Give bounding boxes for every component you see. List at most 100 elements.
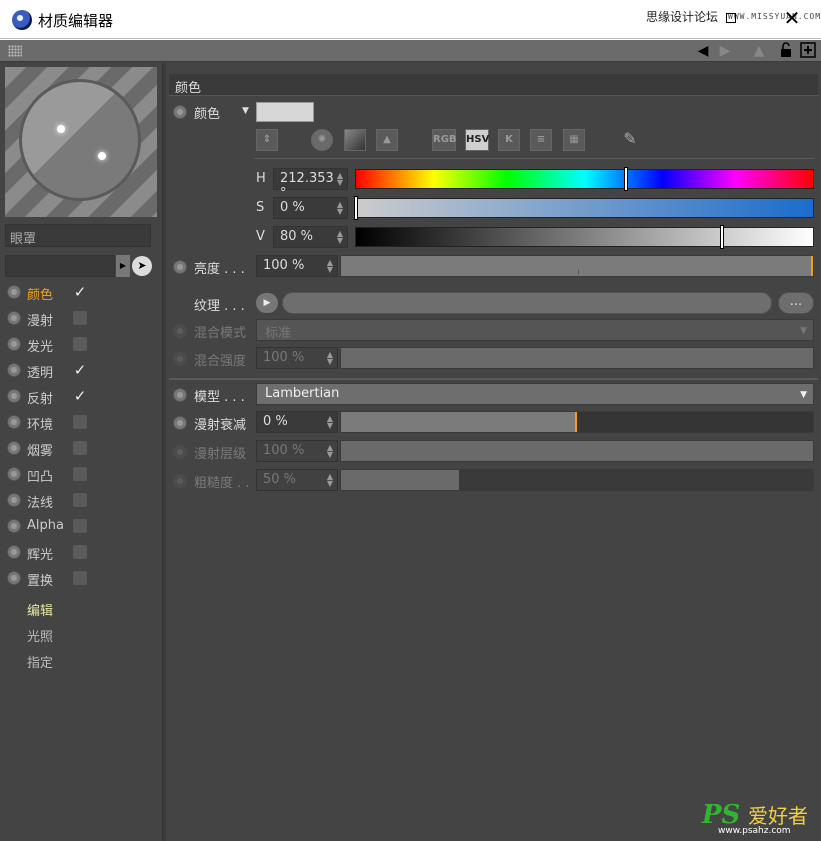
v-input[interactable]: 80 % ▲ ▼: [273, 226, 348, 248]
channel-item[interactable]: 辉光: [5, 540, 155, 564]
lock-icon[interactable]: [777, 42, 795, 60]
channel-radio[interactable]: [7, 519, 21, 533]
channel-item[interactable]: 环境: [5, 410, 155, 434]
channel-checkbox[interactable]: [73, 519, 87, 533]
right-panel: 颜色 颜色 ▼ ⇕ ✺ ▲ RGB HSV K ≡ ▦ ✎ H 212.353 …: [166, 62, 821, 841]
blend-mode-label: 混合模式: [194, 326, 247, 341]
diffuse-falloff-anim-radio[interactable]: [173, 416, 187, 430]
channel-item[interactable]: 透明 ✓: [5, 358, 155, 382]
channel-radio[interactable]: [7, 467, 21, 481]
diffuse-level-slider[interactable]: [340, 440, 814, 462]
material-preview[interactable]: [5, 67, 157, 217]
image-icon[interactable]: ▲: [376, 129, 398, 151]
sub-item[interactable]: 指定: [27, 652, 53, 671]
rgb-mode-button[interactable]: RGB: [432, 129, 457, 151]
model-anim-radio[interactable]: [173, 388, 187, 402]
color-swatch[interactable]: [256, 102, 314, 122]
roughness-input[interactable]: 50 % ▲ ▼: [256, 469, 338, 491]
color-dropdown-icon[interactable]: ▼: [242, 106, 249, 116]
channel-checkbox[interactable]: [73, 467, 87, 481]
hue-handle[interactable]: [623, 167, 628, 191]
roughness-anim-radio[interactable]: [173, 474, 187, 488]
channel-item[interactable]: 漫射: [5, 306, 155, 330]
channel-checkbox[interactable]: ✓: [73, 389, 87, 404]
texture-browse-button[interactable]: ...: [778, 292, 814, 314]
channel-checkbox[interactable]: [73, 415, 87, 429]
swatches-icon[interactable]: ▦: [563, 129, 585, 151]
channel-item[interactable]: 颜色 ✓: [5, 280, 155, 304]
channel-checkbox[interactable]: [73, 545, 87, 559]
channel-radio[interactable]: [7, 285, 21, 299]
channel-radio[interactable]: [7, 363, 21, 377]
blend-strength-slider[interactable]: [340, 347, 814, 369]
brightness-anim-radio[interactable]: [173, 260, 187, 274]
diffuse-level-anim-radio[interactable]: [173, 445, 187, 459]
minimize-button[interactable]: [726, 13, 736, 23]
new-window-icon[interactable]: [799, 42, 817, 60]
channel-radio[interactable]: [7, 389, 21, 403]
channel-item[interactable]: 法线: [5, 488, 155, 512]
blend-mode-anim-radio[interactable]: [173, 324, 187, 338]
channel-checkbox[interactable]: [73, 311, 87, 325]
arrow-left-icon[interactable]: ◀: [694, 42, 712, 60]
channel-checkbox[interactable]: [73, 441, 87, 455]
channel-radio[interactable]: [7, 545, 21, 559]
s-input[interactable]: 0 % ▲ ▼: [273, 197, 348, 219]
color-wheel-icon[interactable]: ✺: [311, 129, 333, 151]
toolbar-grip-icon[interactable]: [8, 45, 22, 57]
cursor-picker-icon[interactable]: ➤: [132, 256, 152, 276]
close-button[interactable]: ✕: [780, 6, 804, 30]
channel-radio[interactable]: [7, 415, 21, 429]
texture-menu-button[interactable]: ▶: [256, 293, 278, 313]
mixer-icon[interactable]: ≡: [530, 129, 552, 151]
channel-radio[interactable]: [7, 337, 21, 351]
channel-search-input[interactable]: [5, 255, 115, 277]
swap-icon[interactable]: ⇕: [256, 129, 278, 151]
brightness-input[interactable]: 100 % ▲ ▼: [256, 255, 338, 277]
blend-strength-anim-radio[interactable]: [173, 352, 187, 366]
channel-checkbox[interactable]: ✓: [73, 285, 87, 300]
watermark-url: WWW.MISSYUAN.COM: [728, 12, 821, 21]
channel-item[interactable]: Alpha: [5, 514, 155, 538]
channel-checkbox[interactable]: [73, 337, 87, 351]
value-slider[interactable]: [355, 225, 814, 249]
hue-slider[interactable]: [355, 167, 814, 191]
blend-strength-input[interactable]: 100 % ▲ ▼: [256, 347, 338, 369]
channel-item[interactable]: 烟雾: [5, 436, 155, 460]
value-handle[interactable]: [719, 225, 724, 249]
brightness-slider[interactable]: [340, 255, 814, 277]
arrow-right-icon[interactable]: ▶: [716, 42, 734, 60]
texture-field[interactable]: [282, 292, 772, 314]
h-input[interactable]: 212.353 ° ▲ ▼: [273, 168, 348, 201]
saturation-slider[interactable]: [354, 196, 814, 220]
channel-radio[interactable]: [7, 571, 21, 585]
diffuse-level-input[interactable]: 100 % ▲ ▼: [256, 440, 338, 462]
model-dropdown[interactable]: Lambertian ▼: [256, 383, 814, 405]
channel-item[interactable]: 反射 ✓: [5, 384, 155, 408]
channel-item[interactable]: 凹凸: [5, 462, 155, 486]
sub-item[interactable]: 编辑: [27, 600, 53, 619]
channel-checkbox[interactable]: ✓: [73, 363, 87, 378]
channel-checkbox[interactable]: [73, 571, 87, 585]
channel-item[interactable]: 发光: [5, 332, 155, 356]
saturation-handle[interactable]: [354, 196, 358, 220]
channel-checkbox[interactable]: [73, 493, 87, 507]
arrow-up-icon[interactable]: ▲: [750, 42, 768, 60]
spectrum-icon[interactable]: [344, 129, 366, 151]
left-panel: 眼罩 ▶ ➤ 颜色 ✓ 漫射 发光 透明 ✓ 反射 ✓ 环境 烟雾 凹凸 法线 Alpha 辉光 置换 编辑…: [2, 64, 163, 841]
blend-mode-dropdown[interactable]: 标准 ▼: [256, 319, 814, 341]
material-name-field[interactable]: 眼罩: [5, 224, 151, 247]
channel-radio[interactable]: [7, 493, 21, 507]
eyedropper-icon[interactable]: ✎: [619, 129, 641, 151]
expand-arrow-icon[interactable]: ▶: [116, 255, 130, 277]
channel-radio[interactable]: [7, 441, 21, 455]
hsv-mode-button[interactable]: HSV: [465, 129, 489, 151]
channel-radio[interactable]: [7, 311, 21, 325]
channel-item[interactable]: 置换: [5, 566, 155, 590]
roughness-slider[interactable]: [340, 469, 814, 491]
kelvin-mode-button[interactable]: K: [498, 129, 520, 151]
sub-item[interactable]: 光照: [27, 626, 53, 645]
color-anim-radio[interactable]: [173, 105, 187, 119]
diffuse-falloff-slider[interactable]: [340, 411, 814, 433]
diffuse-falloff-input[interactable]: 0 % ▲ ▼: [256, 411, 338, 433]
